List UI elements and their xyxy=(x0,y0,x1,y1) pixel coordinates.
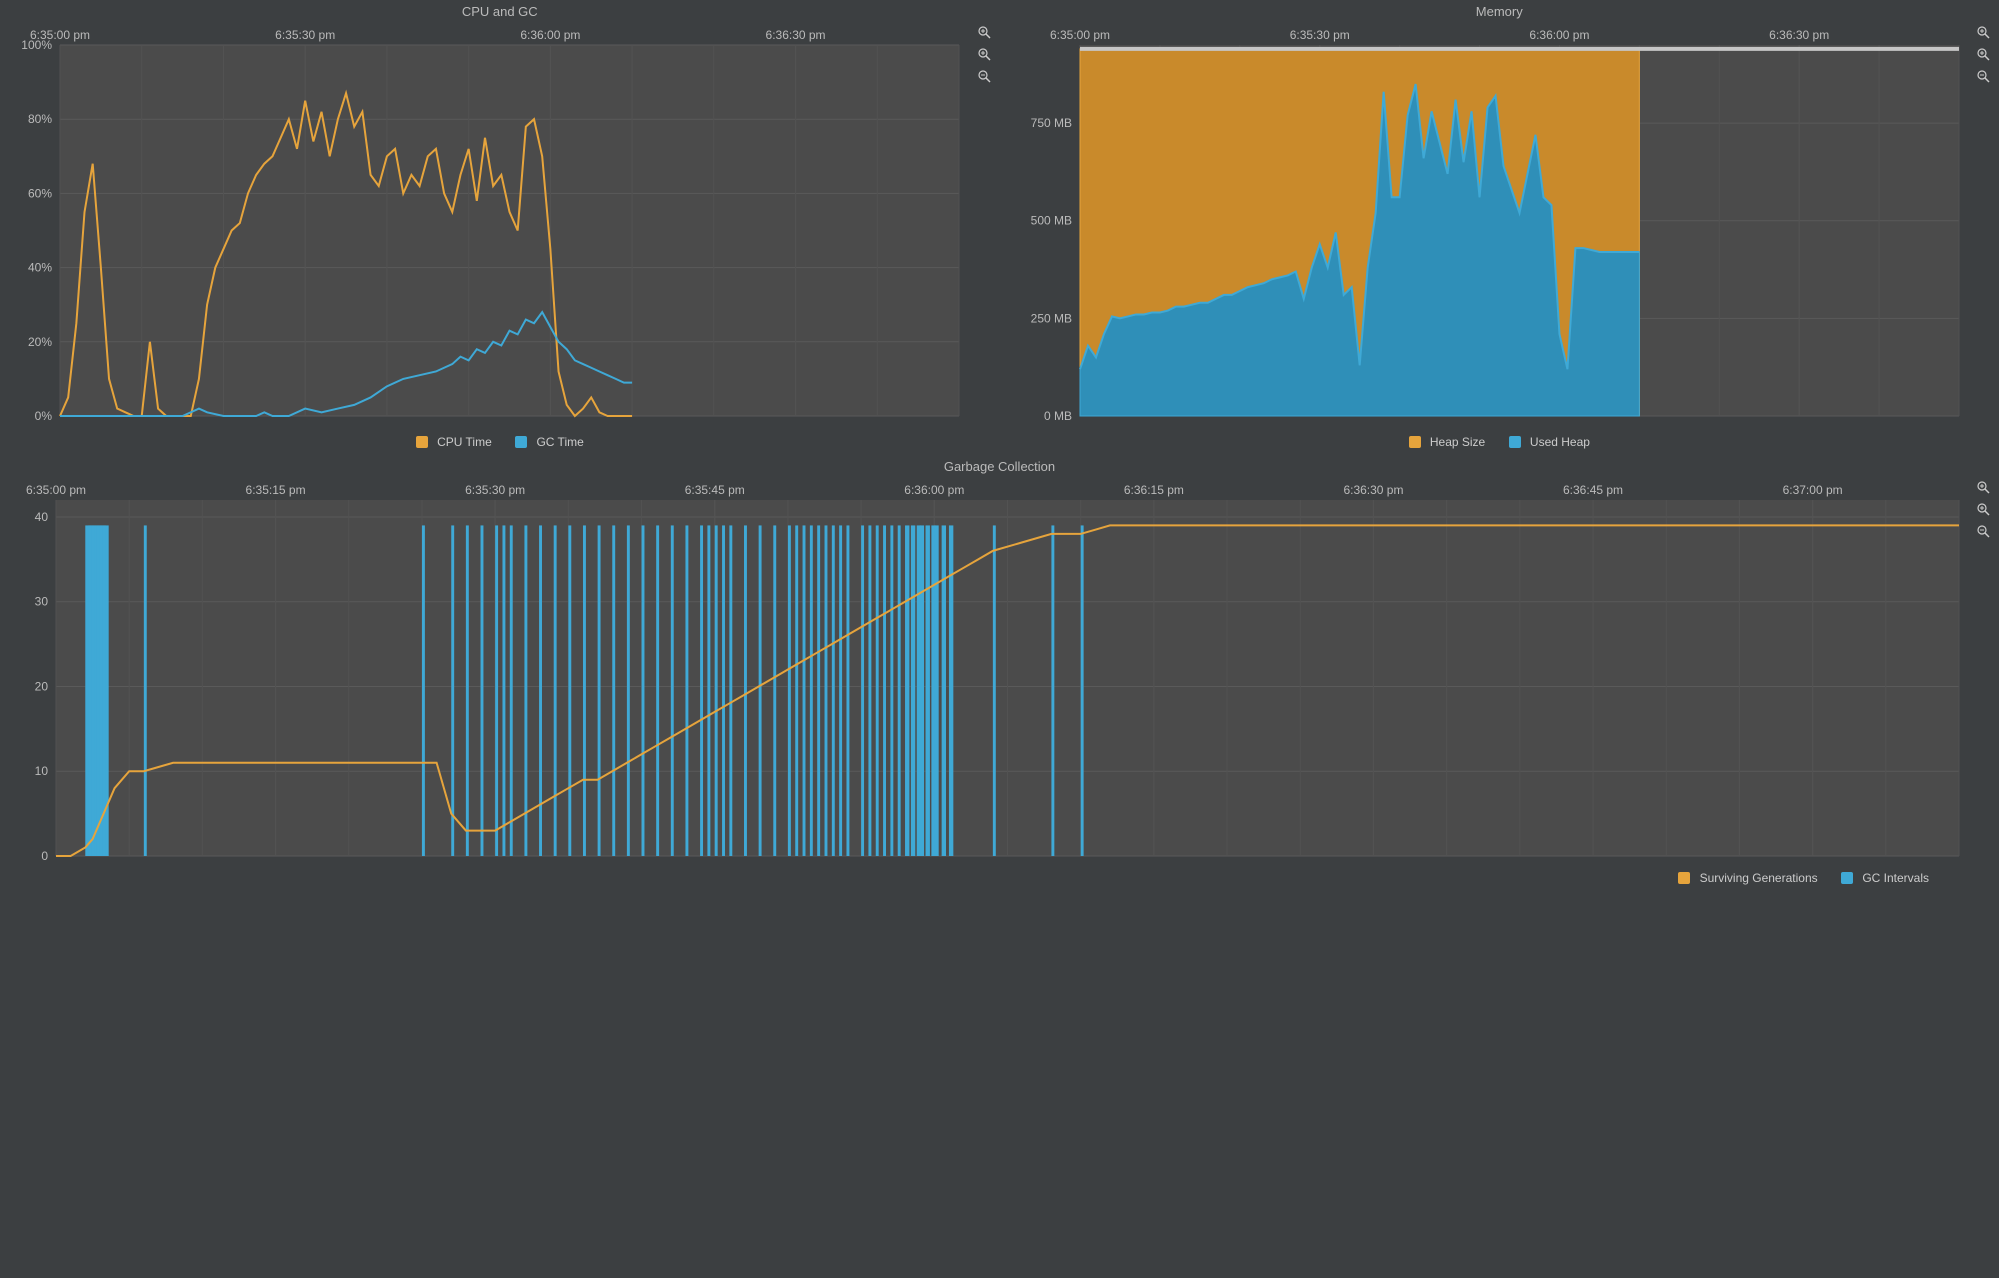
svg-text:6:35:30 pm: 6:35:30 pm xyxy=(275,28,335,42)
svg-text:6:35:45 pm: 6:35:45 pm xyxy=(685,483,745,497)
svg-text:30: 30 xyxy=(35,595,49,609)
svg-text:500 MB: 500 MB xyxy=(1030,214,1071,228)
zoom-out-icon[interactable] xyxy=(1975,523,1991,539)
cpu-gc-legend: CPU Time GC Time xyxy=(0,429,1000,455)
svg-text:6:35:15 pm: 6:35:15 pm xyxy=(246,483,306,497)
legend-cpu-time: CPU Time xyxy=(416,435,492,449)
zoom-in-icon[interactable] xyxy=(1975,501,1991,517)
zoom-reset-icon[interactable] xyxy=(976,24,992,40)
cpu-zoom-tools xyxy=(976,24,994,84)
memory-zoom-tools xyxy=(1975,24,1993,84)
svg-text:60%: 60% xyxy=(28,186,52,200)
legend-swatch-orange xyxy=(1409,436,1421,448)
svg-text:0: 0 xyxy=(41,849,48,862)
svg-text:0 MB: 0 MB xyxy=(1043,409,1071,423)
svg-text:6:35:30 pm: 6:35:30 pm xyxy=(1289,28,1349,42)
svg-text:6:36:30 pm: 6:36:30 pm xyxy=(1343,483,1403,497)
gc-title: Garbage Collection xyxy=(0,455,1999,476)
svg-text:40%: 40% xyxy=(28,261,52,275)
legend-swatch-blue xyxy=(1509,436,1521,448)
svg-text:6:36:00 pm: 6:36:00 pm xyxy=(520,28,580,42)
svg-text:0%: 0% xyxy=(35,409,53,423)
gc-zoom-tools xyxy=(1975,479,1993,539)
cpu-gc-panel: CPU and GC 0%20%40%60%80%100%6:35:00 pm6… xyxy=(0,0,1000,455)
svg-text:6:36:45 pm: 6:36:45 pm xyxy=(1563,483,1623,497)
svg-text:10: 10 xyxy=(35,764,49,778)
gc-legend: Surviving Generations GC Intervals xyxy=(0,865,1999,891)
svg-text:6:36:30 pm: 6:36:30 pm xyxy=(1769,28,1829,42)
svg-text:6:36:00 pm: 6:36:00 pm xyxy=(1529,28,1589,42)
zoom-reset-icon[interactable] xyxy=(1975,479,1991,495)
legend-surviving-generations: Surviving Generations xyxy=(1678,871,1817,885)
memory-title: Memory xyxy=(1000,0,1999,21)
svg-text:80%: 80% xyxy=(28,112,52,126)
legend-swatch-orange xyxy=(416,436,428,448)
legend-swatch-orange xyxy=(1678,872,1690,884)
legend-heap-size: Heap Size xyxy=(1409,435,1486,449)
memory-chart[interactable]: 0 MB 250 MB 500 MB 750 MB 6:35:00 pm 6:35:30 … xyxy=(1000,21,1999,426)
svg-text:6:37:00 pm: 6:37:00 pm xyxy=(1783,483,1843,497)
legend-gc-intervals: GC Intervals xyxy=(1841,871,1929,885)
svg-text:6:36:30 pm: 6:36:30 pm xyxy=(766,28,826,42)
cpu-gc-title: CPU and GC xyxy=(0,0,1000,21)
svg-text:6:36:15 pm: 6:36:15 pm xyxy=(1124,483,1184,497)
zoom-in-icon[interactable] xyxy=(976,46,992,62)
svg-text:6:35:00 pm: 6:35:00 pm xyxy=(1049,28,1109,42)
svg-text:250 MB: 250 MB xyxy=(1030,311,1071,325)
zoom-in-icon[interactable] xyxy=(1975,46,1991,62)
zoom-out-icon[interactable] xyxy=(976,68,992,84)
zoom-out-icon[interactable] xyxy=(1975,68,1991,84)
svg-text:6:35:30 pm: 6:35:30 pm xyxy=(465,483,525,497)
gc-chart[interactable]: 0 10 20 30 40 6:35:00 pm 6:35:15 pm 6:35:30 pm 6… xyxy=(0,476,1999,862)
legend-swatch-blue xyxy=(515,436,527,448)
legend-used-heap: Used Heap xyxy=(1509,435,1590,449)
legend-swatch-blue xyxy=(1841,872,1853,884)
svg-text:6:35:00 pm: 6:35:00 pm xyxy=(26,483,86,497)
svg-text:40: 40 xyxy=(35,510,49,524)
legend-gc-time: GC Time xyxy=(515,435,584,449)
memory-panel: Memory 0 MB 250 MB 500 MB 750 MB 6:35:00 pm 6… xyxy=(1000,0,1999,455)
cpu-gc-chart[interactable]: 0%20%40%60%80%100%6:35:00 pm6:35:30 pm6:… xyxy=(0,21,999,426)
memory-legend: Heap Size Used Heap xyxy=(1000,429,1999,455)
gc-panel: Garbage Collection 0 10 20 30 40 6:35:00 pm 6:… xyxy=(0,455,1999,891)
zoom-reset-icon[interactable] xyxy=(1975,24,1991,40)
svg-text:6:35:00 pm: 6:35:00 pm xyxy=(30,28,90,42)
svg-text:20%: 20% xyxy=(28,335,52,349)
svg-text:750 MB: 750 MB xyxy=(1030,116,1071,130)
svg-text:6:36:00 pm: 6:36:00 pm xyxy=(904,483,964,497)
svg-text:20: 20 xyxy=(35,679,49,693)
